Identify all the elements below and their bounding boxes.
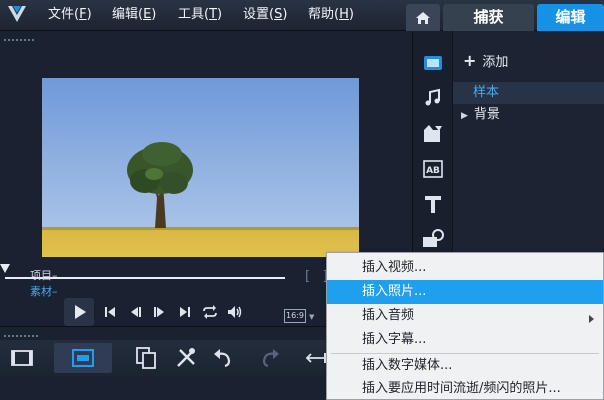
graphics-icon[interactable] (421, 228, 445, 250)
preview-image (42, 78, 359, 257)
menu-insert-audio[interactable]: 插入音频 (327, 304, 603, 328)
svg-text:AB: AB (426, 166, 440, 176)
text-t-icon[interactable] (421, 193, 445, 215)
undo-icon[interactable] (210, 345, 236, 371)
aspect-ratio-button[interactable]: 16:9 (284, 309, 306, 323)
plus-icon: + (463, 51, 477, 70)
timeline-view-icon[interactable] (9, 345, 35, 371)
play-button[interactable] (64, 298, 94, 326)
expand-triangle-icon[interactable]: ▶ (461, 111, 468, 121)
menu-file[interactable]: 文件(F) (46, 4, 94, 26)
repeat-icon[interactable] (201, 303, 219, 321)
library-item-background[interactable]: ▶ 背景 (453, 104, 604, 126)
menu-insert-photo[interactable]: 插入照片... (327, 280, 603, 304)
timeline-grip[interactable] (4, 335, 38, 337)
preview-window[interactable] (42, 78, 359, 257)
tools-icon[interactable] (173, 345, 199, 371)
media-library-icon[interactable] (421, 52, 445, 74)
home-tab[interactable] (406, 4, 440, 31)
add-folder-button[interactable]: + 添加 (463, 51, 508, 70)
next-icon[interactable] (176, 303, 194, 321)
storyboard-view-button[interactable] (54, 343, 112, 373)
step-back-icon[interactable] (127, 303, 145, 321)
scrubber-handle[interactable] (0, 264, 10, 273)
mode-clip[interactable]: 素材– (30, 283, 58, 299)
menu-insert-timelapse-photo[interactable]: 插入要应用时间流逝/频闪的照片... (327, 377, 603, 400)
menu-settings[interactable]: 设置(S) (241, 4, 289, 26)
tab-edit[interactable]: 编辑 (537, 4, 604, 31)
menu-tools[interactable]: 工具(T) (176, 4, 224, 26)
trim-markers[interactable]: [ ] (305, 269, 328, 284)
play-icon (75, 305, 86, 319)
copy-attributes-icon[interactable] (133, 345, 159, 371)
menu-insert-subtitle[interactable]: 插入字幕... (327, 328, 603, 352)
menu-bar: 文件(F) 编辑(E) 工具(T) 设置(S) 帮助(H) 捕获 编辑 (0, 0, 604, 31)
previous-icon[interactable] (101, 303, 119, 321)
home-icon (416, 12, 430, 24)
redo-icon (262, 349, 279, 368)
transition-icon[interactable] (421, 123, 445, 145)
app-logo-icon (8, 6, 26, 22)
aspect-dropdown-arrow[interactable]: ▼ (309, 313, 314, 321)
library-item-sample[interactable]: 样本 (453, 82, 604, 104)
menu-edit[interactable]: 编辑(E) (110, 4, 158, 26)
tab-capture[interactable]: 捕获 (443, 4, 534, 31)
mode-project[interactable]: 项目– (30, 267, 58, 283)
submenu-arrow-icon (589, 315, 594, 323)
step-forward-icon[interactable] (150, 303, 168, 321)
menu-insert-digital-media[interactable]: 插入数字媒体... (327, 354, 603, 378)
storyboard-icon (72, 349, 94, 367)
insert-context-menu: 插入视频... 插入照片... 插入音频 插入字幕... 插入数字媒体... 插… (326, 252, 604, 400)
panel-grip[interactable] (4, 39, 34, 41)
menu-help[interactable]: 帮助(H) (306, 4, 356, 26)
audio-icon[interactable] (421, 87, 445, 109)
menu-insert-video[interactable]: 插入视频... (327, 256, 603, 280)
volume-icon[interactable] (226, 303, 244, 321)
title-ab-icon[interactable]: AB (421, 158, 445, 180)
